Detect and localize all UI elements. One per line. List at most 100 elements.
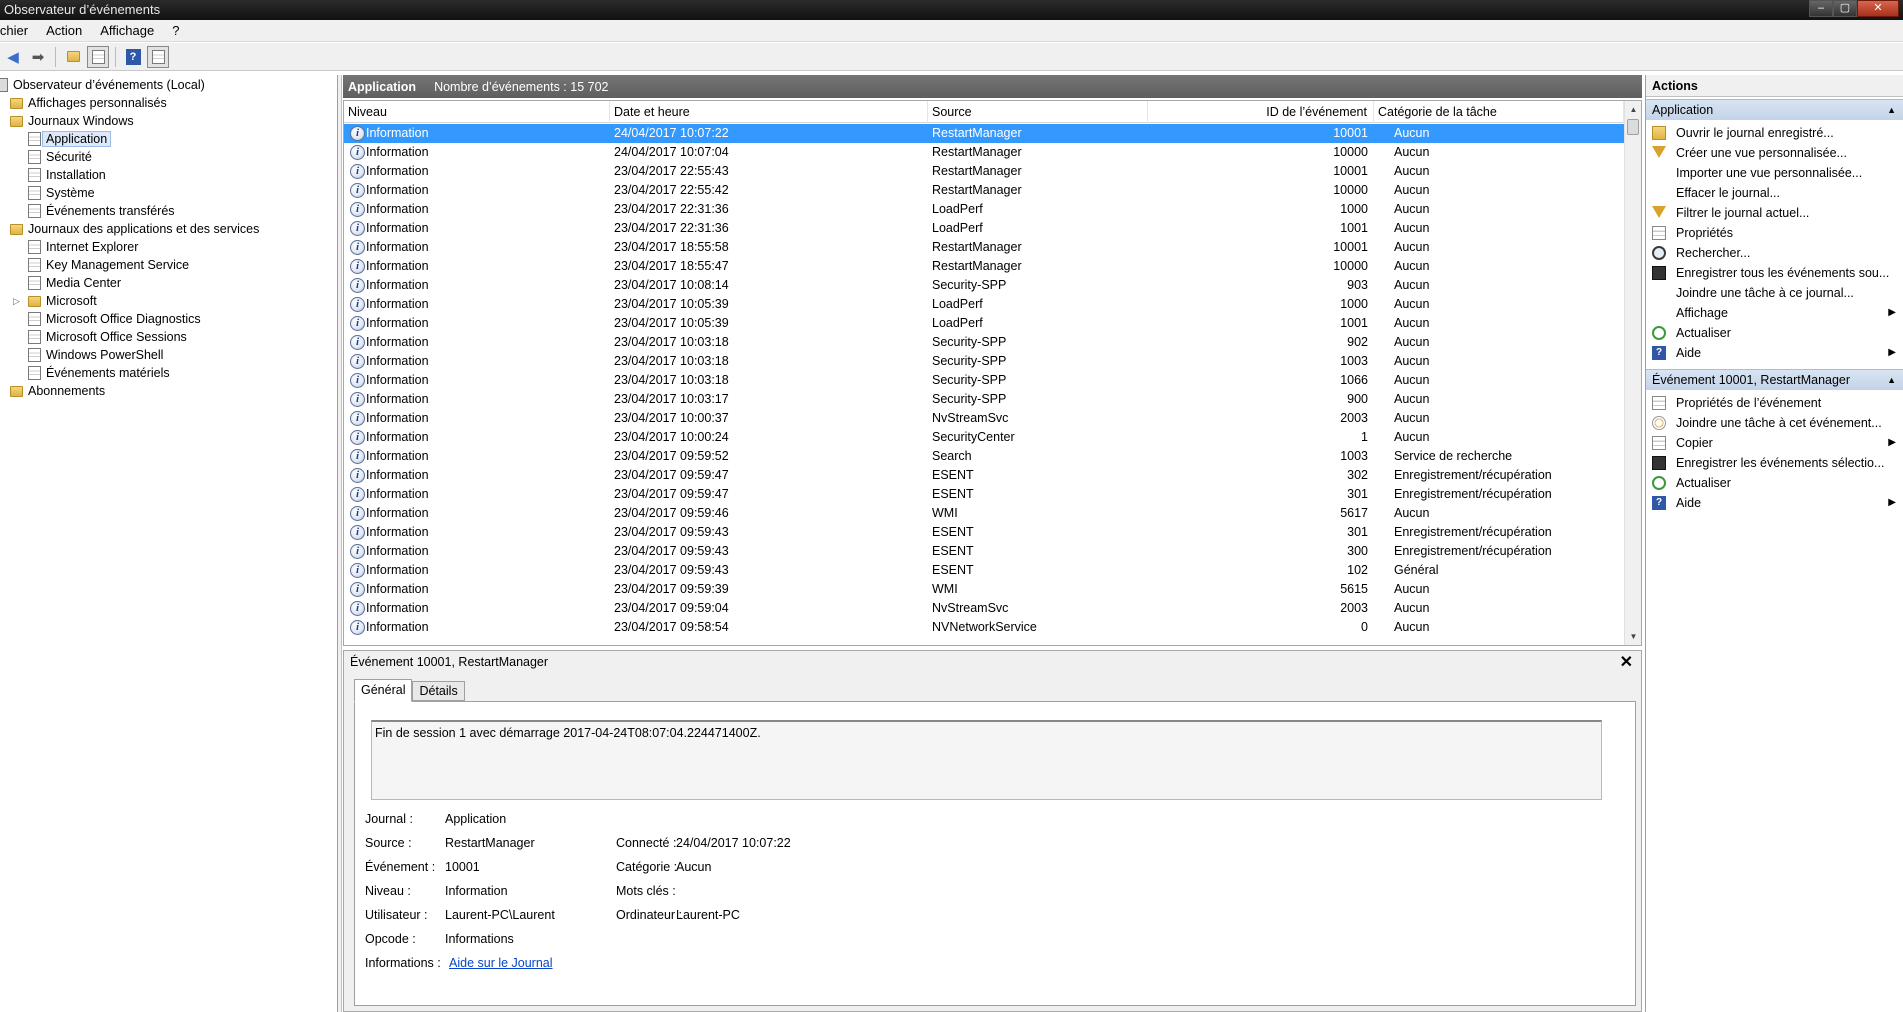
action-item[interactable]: Actualiser (1646, 323, 1903, 343)
event-row[interactable]: i Information 23/04/2017 22:31:36 LoadPerf 1… (344, 200, 1624, 219)
actions-section-header[interactable]: Événement 10001, RestartManager ▲ (1646, 369, 1903, 390)
tree-item[interactable]: Journaux des applications et des service… (10, 220, 259, 238)
tree-item[interactable]: Application (28, 130, 112, 148)
tree-item[interactable]: ▷ Microsoft (13, 292, 97, 310)
action-item[interactable]: Enregistrer les événements sélectio... (1646, 453, 1903, 473)
action-item[interactable]: Rechercher... (1646, 243, 1903, 263)
tree-item[interactable]: Windows PowerShell (28, 346, 163, 364)
event-row[interactable]: i Information 23/04/2017 09:59:47 ESENT 302 E… (344, 466, 1624, 485)
event-row[interactable]: i Information 23/04/2017 09:59:43 ESENT 300 E… (344, 542, 1624, 561)
show-hide-actions-button[interactable] (147, 45, 169, 68)
menu-fichier[interactable]: ichier (0, 23, 37, 38)
event-row[interactable]: i Information 23/04/2017 09:59:43 ESENT 301 E… (344, 523, 1624, 542)
tree-item[interactable]: Événements matériels (28, 364, 170, 382)
event-row[interactable]: i Information 24/04/2017 10:07:22 RestartMa… (344, 124, 1624, 143)
event-id-cell: 5615 (1340, 582, 1368, 596)
column-niveau[interactable]: Niveau (344, 101, 610, 123)
tree-root[interactable]: Observateur d’événements (Local) (0, 76, 205, 94)
column-category[interactable]: Catégorie de la tâche (1374, 101, 1624, 123)
scroll-down-icon[interactable]: ▼ (1625, 628, 1641, 645)
event-row[interactable]: i Information 24/04/2017 10:07:04 RestartMa… (344, 143, 1624, 162)
forward-button[interactable]: ➡ (27, 46, 49, 68)
tree-item[interactable]: Abonnements (10, 382, 105, 400)
menu-help[interactable]: ? (163, 23, 188, 38)
date-cell: 23/04/2017 10:00:37 (614, 411, 729, 425)
action-item[interactable]: ? Aide ▶ (1646, 343, 1903, 363)
tab-details[interactable]: Détails (412, 681, 465, 701)
left-splitter[interactable] (338, 75, 342, 1012)
event-row[interactable]: i Information 23/04/2017 09:59:39 WMI 5615 Au… (344, 580, 1624, 599)
up-folder-button[interactable] (62, 46, 84, 68)
action-item[interactable]: Joindre une tâche à ce journal... (1646, 283, 1903, 303)
close-detail-icon[interactable]: ✕ (1620, 652, 1633, 672)
event-row[interactable]: i Information 23/04/2017 10:03:18 Security-… (344, 371, 1624, 390)
menu-affichage[interactable]: Affichage (91, 23, 163, 38)
event-message[interactable]: Fin de session 1 avec démarrage 2017-04-… (371, 720, 1602, 800)
tree-item[interactable]: Media Center (28, 274, 121, 292)
event-row[interactable]: i Information 23/04/2017 09:59:04 NvStreamS… (344, 599, 1624, 618)
event-row[interactable]: i Information 23/04/2017 09:59:47 ESENT 301 E… (344, 485, 1624, 504)
scroll-thumb[interactable] (1627, 119, 1639, 135)
help-log-link[interactable]: Aide sur le Journal (449, 956, 553, 970)
event-row[interactable]: i Information 23/04/2017 18:55:58 RestartMa… (344, 238, 1624, 257)
event-row[interactable]: i Information 23/04/2017 09:59:46 WMI 5617 Au… (344, 504, 1624, 523)
collapse-icon[interactable]: ▲ (1887, 370, 1896, 390)
close-window-button[interactable]: ✕ (1857, 0, 1899, 17)
collapse-icon[interactable]: ▲ (1887, 100, 1896, 120)
help-button[interactable]: ? (122, 46, 144, 68)
action-item[interactable]: Actualiser (1646, 473, 1903, 493)
action-item[interactable]: ? Aide ▶ (1646, 493, 1903, 513)
action-item[interactable]: Ouvrir le journal enregistré... (1646, 123, 1903, 143)
action-item[interactable]: Propriétés (1646, 223, 1903, 243)
menu-action[interactable]: Action (37, 23, 91, 38)
action-item[interactable]: Affichage ▶ (1646, 303, 1903, 323)
event-id-cell: 1000 (1340, 202, 1368, 216)
event-row[interactable]: i Information 23/04/2017 10:00:37 NvStreamS… (344, 409, 1624, 428)
event-row[interactable]: i Information 23/04/2017 10:00:24 SecurityC… (344, 428, 1624, 447)
action-item[interactable]: Importer une vue personnalisée... (1646, 163, 1903, 183)
event-row[interactable]: i Information 23/04/2017 10:08:14 Security-… (344, 276, 1624, 295)
event-row[interactable]: i Information 23/04/2017 09:59:43 ESENT 102 G… (344, 561, 1624, 580)
event-row[interactable]: i Information 23/04/2017 10:03:18 Security-… (344, 352, 1624, 371)
event-row[interactable]: i Information 23/04/2017 22:31:36 LoadPerf 1… (344, 219, 1624, 238)
expand-arrow-icon[interactable]: ▷ (13, 296, 20, 307)
event-row[interactable]: i Information 23/04/2017 10:03:17 Security-… (344, 390, 1624, 409)
action-item[interactable]: Propriétés de l’événement (1646, 393, 1903, 413)
event-row[interactable]: i Information 23/04/2017 10:05:39 LoadPerf 1… (344, 295, 1624, 314)
tab-general[interactable]: Général (354, 679, 413, 702)
event-row[interactable]: i Information 23/04/2017 09:58:54 NVNetwork… (344, 618, 1624, 637)
tree-item[interactable]: Affichages personnalisés (10, 94, 167, 112)
event-row[interactable]: i Information 23/04/2017 18:55:47 RestartMa… (344, 257, 1624, 276)
tree-item[interactable]: Installation (28, 166, 106, 184)
minimize-button[interactable]: – (1809, 0, 1833, 17)
tree-item[interactable]: Sécurité (28, 148, 92, 166)
action-item[interactable]: Créer une vue personnalisée... (1646, 143, 1903, 163)
event-row[interactable]: i Information 23/04/2017 10:05:39 LoadPerf 1… (344, 314, 1624, 333)
scroll-up-icon[interactable]: ▲ (1625, 101, 1641, 118)
table-scrollbar[interactable]: ▲ ▼ (1624, 101, 1641, 645)
tree-item[interactable]: Système (28, 184, 95, 202)
tree-item[interactable]: Microsoft Office Sessions (28, 328, 187, 346)
tree-item[interactable]: Journaux Windows (10, 112, 134, 130)
category-cell: Aucun (1394, 278, 1430, 292)
column-event-id[interactable]: ID de l’événement (1148, 101, 1374, 123)
action-item[interactable]: Copier ▶ (1646, 433, 1903, 453)
column-date[interactable]: Date et heure (610, 101, 928, 123)
action-item[interactable]: Filtrer le journal actuel... (1646, 203, 1903, 223)
event-row[interactable]: i Information 23/04/2017 09:59:52 Search 100… (344, 447, 1624, 466)
event-row[interactable]: i Information 23/04/2017 22:55:42 RestartMa… (344, 181, 1624, 200)
action-item[interactable]: Enregistrer tous les événements sou... (1646, 263, 1903, 283)
back-button[interactable]: ◀ (2, 46, 24, 68)
tree-item[interactable]: Internet Explorer (28, 238, 138, 256)
event-row[interactable]: i Information 23/04/2017 10:03:18 Security-… (344, 333, 1624, 352)
column-source[interactable]: Source (928, 101, 1148, 123)
action-item[interactable]: Joindre une tâche à cet événement... (1646, 413, 1903, 433)
tree-item[interactable]: Microsoft Office Diagnostics (28, 310, 201, 328)
actions-section-header[interactable]: Application ▲ (1646, 99, 1903, 120)
action-item[interactable]: Effacer le journal... (1646, 183, 1903, 203)
tree-item[interactable]: Événements transférés (28, 202, 175, 220)
maximize-button[interactable]: ▢ (1833, 0, 1857, 17)
event-row[interactable]: i Information 23/04/2017 22:55:43 RestartMa… (344, 162, 1624, 181)
tree-item[interactable]: Key Management Service (28, 256, 189, 274)
show-hide-tree-button[interactable] (87, 45, 109, 68)
